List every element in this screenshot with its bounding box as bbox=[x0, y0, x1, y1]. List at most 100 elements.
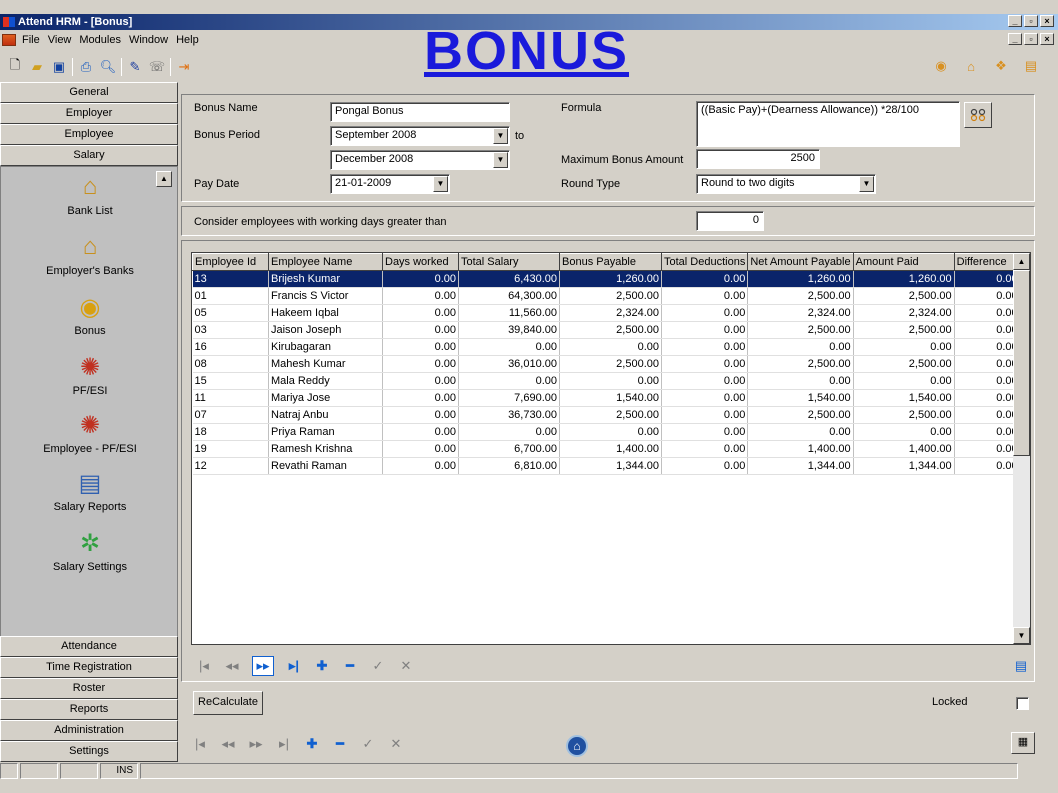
last-record-icon[interactable]: ▸| bbox=[286, 658, 302, 674]
menu-help[interactable]: Help bbox=[172, 34, 203, 46]
next-page-icon[interactable]: ▸▸ bbox=[252, 656, 274, 676]
table-cell[interactable]: Mariya Jose bbox=[268, 389, 383, 407]
table-cell[interactable]: 11 bbox=[192, 389, 269, 407]
next-record-icon[interactable]: ▸▸ bbox=[248, 736, 264, 752]
column-header[interactable]: Employee Name bbox=[268, 253, 383, 271]
table-cell[interactable]: 16 bbox=[192, 338, 269, 356]
table-cell[interactable]: 0.00 bbox=[382, 457, 459, 475]
table-row[interactable]: 13 Brijesh Kumar 0.00 6,430.00 1,260.00 0.00 1… bbox=[192, 270, 1021, 288]
table-cell[interactable]: Priya Raman bbox=[268, 423, 383, 441]
column-header[interactable]: Net Amount Payable bbox=[747, 253, 854, 271]
cancel-record-icon[interactable]: ✕ bbox=[398, 658, 414, 674]
max-bonus-field[interactable]: 2500 bbox=[696, 149, 820, 169]
delete-record-icon[interactable]: ━ bbox=[342, 658, 358, 674]
nav-roster[interactable]: Roster bbox=[0, 678, 178, 699]
table-cell[interactable]: 0.00 bbox=[661, 389, 749, 407]
table-cell[interactable]: 1,400.00 bbox=[853, 440, 955, 458]
child-minimize-button[interactable]: _ bbox=[1008, 33, 1022, 45]
table-cell[interactable]: 0.00 bbox=[954, 389, 1021, 407]
table-cell[interactable]: 0.00 bbox=[559, 423, 662, 441]
table-cell[interactable]: 11,560.00 bbox=[458, 304, 560, 322]
table-cell[interactable]: Ramesh Krishna bbox=[268, 440, 383, 458]
table-row[interactable]: 11 Mariya Jose 0.00 7,690.00 1,540.00 0.00 1,5… bbox=[192, 389, 1021, 407]
nav-administration[interactable]: Administration bbox=[0, 720, 178, 741]
nav-general[interactable]: General bbox=[0, 82, 178, 103]
chevron-down-icon[interactable]: ▼ bbox=[493, 128, 508, 144]
table-cell[interactable]: 7,690.00 bbox=[458, 389, 560, 407]
recalculate-button[interactable]: ReCalculate bbox=[193, 691, 263, 715]
table-cell[interactable]: 2,500.00 bbox=[853, 355, 955, 373]
nav-employee[interactable]: Employee bbox=[0, 124, 178, 145]
table-cell[interactable]: 2,500.00 bbox=[747, 321, 854, 339]
table-cell[interactable]: 0.00 bbox=[954, 440, 1021, 458]
table-cell[interactable]: 2,500.00 bbox=[559, 355, 662, 373]
table-cell[interactable]: 0.00 bbox=[382, 321, 459, 339]
table-cell[interactable]: 0.00 bbox=[954, 304, 1021, 322]
table-cell[interactable]: 19 bbox=[192, 440, 269, 458]
table-cell[interactable]: 0.00 bbox=[382, 406, 459, 424]
table-cell[interactable]: 2,324.00 bbox=[559, 304, 662, 322]
table-cell[interactable]: 0.00 bbox=[458, 372, 560, 390]
table-cell[interactable]: 0.00 bbox=[954, 423, 1021, 441]
nav-reports[interactable]: Reports bbox=[0, 699, 178, 720]
table-cell[interactable]: 1,540.00 bbox=[853, 389, 955, 407]
table-cell[interactable]: 0.00 bbox=[954, 372, 1021, 390]
table-cell[interactable]: 0.00 bbox=[954, 270, 1021, 288]
coins-icon[interactable]: ◉ bbox=[933, 58, 949, 74]
table-cell[interactable]: 0.00 bbox=[559, 338, 662, 356]
last-record-icon[interactable]: ▸| bbox=[276, 736, 292, 752]
table-cell[interactable]: Kirubagaran bbox=[268, 338, 383, 356]
add-record-icon[interactable]: ✚ bbox=[314, 658, 330, 674]
table-cell[interactable]: 1,540.00 bbox=[559, 389, 662, 407]
scroll-down-button[interactable]: ▼ bbox=[1013, 627, 1030, 644]
scroll-up-button[interactable]: ▲ bbox=[1013, 253, 1030, 270]
prev-record-icon[interactable]: ◂◂ bbox=[220, 736, 236, 752]
table-cell[interactable]: 1,400.00 bbox=[747, 440, 854, 458]
delete-icon[interactable]: ━ bbox=[332, 736, 348, 752]
table-cell[interactable]: 0.00 bbox=[954, 406, 1021, 424]
table-cell[interactable]: 0.00 bbox=[954, 355, 1021, 373]
pay-date-picker[interactable]: 21-01-2009 ▼ bbox=[330, 174, 450, 194]
table-cell[interactable]: 0.00 bbox=[661, 423, 749, 441]
locked-checkbox[interactable] bbox=[1016, 697, 1029, 710]
home-icon[interactable]: ⌂ bbox=[566, 735, 588, 757]
nav-time-registration[interactable]: Time Registration bbox=[0, 657, 178, 678]
grid-vertical-scrollbar[interactable]: ▲ ▼ bbox=[1013, 253, 1030, 644]
table-cell[interactable]: 0.00 bbox=[954, 321, 1021, 339]
bonus-name-field[interactable]: Pongal Bonus bbox=[330, 102, 510, 122]
menu-modules[interactable]: Modules bbox=[75, 34, 125, 46]
table-cell[interactable]: 0.00 bbox=[661, 304, 749, 322]
column-header[interactable]: Employee Id bbox=[192, 253, 269, 271]
table-cell[interactable]: 0.00 bbox=[747, 372, 854, 390]
dial-icon[interactable]: ☏ bbox=[149, 59, 165, 75]
column-header[interactable]: Amount Paid bbox=[852, 253, 955, 271]
table-cell[interactable]: 03 bbox=[192, 321, 269, 339]
table-cell[interactable]: 1,344.00 bbox=[853, 457, 955, 475]
table-cell[interactable]: 36,730.00 bbox=[458, 406, 560, 424]
table-cell[interactable]: 12 bbox=[192, 457, 269, 475]
table-cell[interactable]: 0.00 bbox=[382, 423, 459, 441]
table-cell[interactable]: 6,810.00 bbox=[458, 457, 560, 475]
maximize-button[interactable]: ▫ bbox=[1024, 15, 1038, 27]
save-icon[interactable]: ▣ bbox=[51, 59, 67, 75]
table-cell[interactable]: 0.00 bbox=[747, 338, 854, 356]
first-record-icon[interactable]: |◂ bbox=[196, 658, 212, 674]
table-cell[interactable]: 0.00 bbox=[559, 372, 662, 390]
round-type-select[interactable]: Round to two digits ▼ bbox=[696, 174, 876, 194]
nav-bank-list[interactable]: ⌂ Bank List bbox=[1, 173, 179, 217]
table-cell[interactable]: Natraj Anbu bbox=[268, 406, 383, 424]
new-icon[interactable]: 🗋 bbox=[7, 57, 23, 75]
table-row[interactable]: 03 Jaison Joseph 0.00 39,840.00 2,500.00 0.00… bbox=[192, 321, 1021, 339]
add-icon[interactable]: ✚ bbox=[304, 736, 320, 752]
table-cell[interactable]: Mahesh Kumar bbox=[268, 355, 383, 373]
table-row[interactable]: 18 Priya Raman 0.00 0.00 0.00 0.00 0.00 0.00 0.0… bbox=[192, 423, 1021, 441]
table-cell[interactable]: 0.00 bbox=[853, 338, 955, 356]
table-cell[interactable]: 18 bbox=[192, 423, 269, 441]
building-icon[interactable]: ▤ bbox=[1023, 58, 1039, 74]
table-cell[interactable]: 0.00 bbox=[661, 372, 749, 390]
nav-employee-pf-esi[interactable]: ✺ Employee - PF/ESI bbox=[1, 411, 179, 456]
table-cell[interactable]: 6,430.00 bbox=[458, 270, 560, 288]
table-cell[interactable]: 1,260.00 bbox=[747, 270, 854, 288]
table-cell[interactable]: 01 bbox=[192, 287, 269, 305]
table-cell[interactable]: 1,344.00 bbox=[747, 457, 854, 475]
